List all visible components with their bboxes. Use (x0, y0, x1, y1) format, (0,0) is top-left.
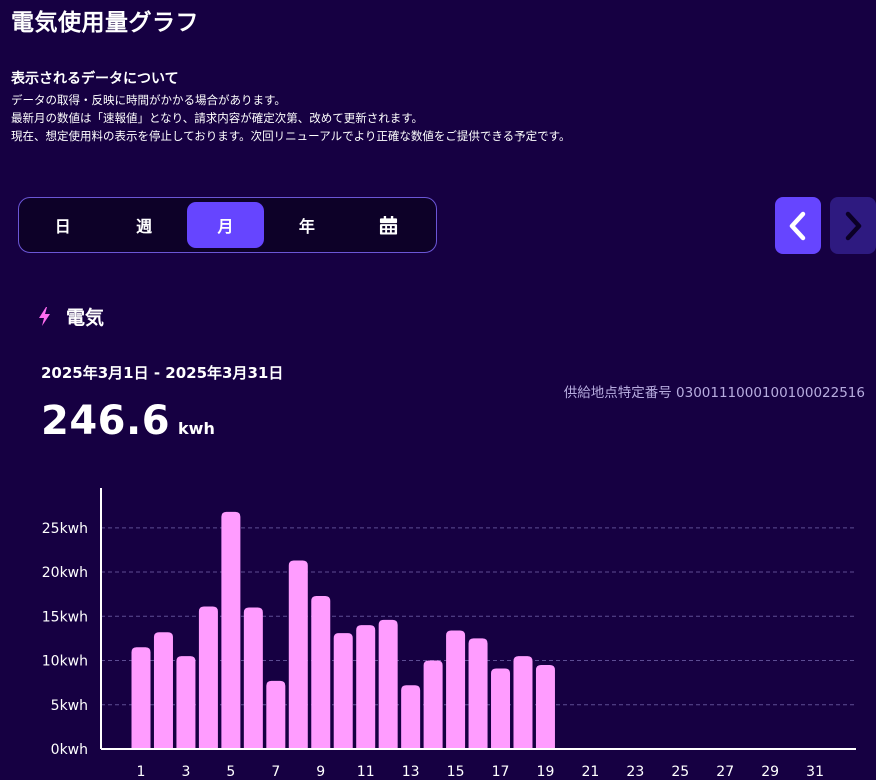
y-tick-label: 20kwh (42, 565, 88, 581)
bar-day-4 (198, 606, 218, 749)
tab-day[interactable]: 日 (24, 202, 101, 248)
bar-day-11 (356, 625, 376, 749)
chevron-right-icon (845, 211, 862, 240)
x-tick-label: 25 (671, 764, 689, 780)
x-tick-label: 1 (137, 764, 146, 780)
calendar-icon (379, 215, 397, 235)
bar-day-15 (446, 630, 466, 749)
bar-day-5 (221, 511, 241, 749)
bar-day-7 (266, 680, 286, 749)
x-tick-label: 3 (181, 764, 190, 780)
total-unit: kwh (178, 419, 215, 438)
x-tick-label: 19 (537, 764, 555, 780)
y-tick-label: 25kwh (42, 521, 88, 537)
bar-day-19 (535, 664, 555, 749)
section-title: 電気 (66, 307, 105, 329)
x-tick-label: 11 (357, 764, 375, 780)
usage-bar-chart: 0kwh5kwh10kwh15kwh20kwh25kwh1 3 5 7 9 11 13 15 1… (42, 488, 856, 780)
x-tick-label: 21 (581, 764, 599, 780)
x-tick-label: 27 (716, 764, 734, 780)
x-tick-label: 23 (626, 764, 644, 780)
bar-day-3 (176, 656, 196, 749)
notice-line: データの取得・反映に時間がかかる場合があります。 (11, 93, 286, 107)
total-value: 246.6 (41, 398, 171, 444)
lightning-icon (39, 307, 50, 326)
data-notice: 表示されるデータについて データの取得・反映に時間がかかる場合があります。 最新… (11, 68, 570, 145)
bar-day-9 (311, 595, 331, 749)
bar-day-14 (423, 660, 443, 749)
tab-year[interactable]: 年 (268, 202, 345, 248)
y-tick-label: 15kwh (42, 609, 88, 625)
previous-period-button[interactable] (775, 197, 821, 254)
bar-day-2 (153, 632, 173, 749)
x-tick-label: 31 (806, 764, 824, 780)
bar-day-13 (401, 685, 421, 749)
y-tick-label: 5kwh (51, 698, 88, 714)
bar-day-16 (468, 638, 488, 749)
supply-point-number: 供給地点特定番号 0300111000100100022516 (563, 385, 865, 401)
x-tick-label: 9 (316, 764, 325, 780)
x-tick-label: 15 (447, 764, 465, 780)
notice-heading: 表示されるデータについて (11, 71, 179, 87)
notice-line: 最新月の数値は「速報値」となり、請求内容が確定次第、改めて更新されます。 (11, 111, 424, 125)
x-tick-label: 13 (402, 764, 420, 780)
notice-line: 現在、想定使用料の表示を停止しております。次回リニューアルでより正確な数値をご提… (11, 129, 571, 143)
x-tick-label: 7 (271, 764, 280, 780)
y-tick-label: 10kwh (42, 654, 88, 670)
chevron-left-icon (789, 211, 806, 240)
bar-day-6 (243, 607, 263, 749)
tab-month[interactable]: 月 (186, 202, 265, 248)
y-tick-label: 0kwh (51, 742, 88, 758)
bar-day-18 (513, 656, 533, 749)
bar-day-10 (333, 633, 353, 749)
next-period-button[interactable] (830, 197, 876, 254)
x-tick-label: 17 (492, 764, 510, 780)
tab-week[interactable]: 週 (105, 202, 182, 248)
page-title: 電気使用量グラフ (11, 10, 199, 36)
tab-calendar[interactable] (350, 202, 427, 248)
bar-day-8 (288, 560, 308, 749)
bar-day-17 (491, 668, 511, 749)
period-tabs: 日 週 月 年 (18, 197, 437, 253)
bar-day-1 (131, 647, 151, 749)
x-tick-label: 29 (761, 764, 779, 780)
total-usage: 246.6 kwh (41, 398, 215, 444)
x-tick-label: 5 (226, 764, 235, 780)
bar-day-12 (378, 619, 398, 749)
section-header: 電気 (38, 303, 104, 330)
date-range: 2025年3月1日 - 2025年3月31日 (41, 364, 284, 382)
